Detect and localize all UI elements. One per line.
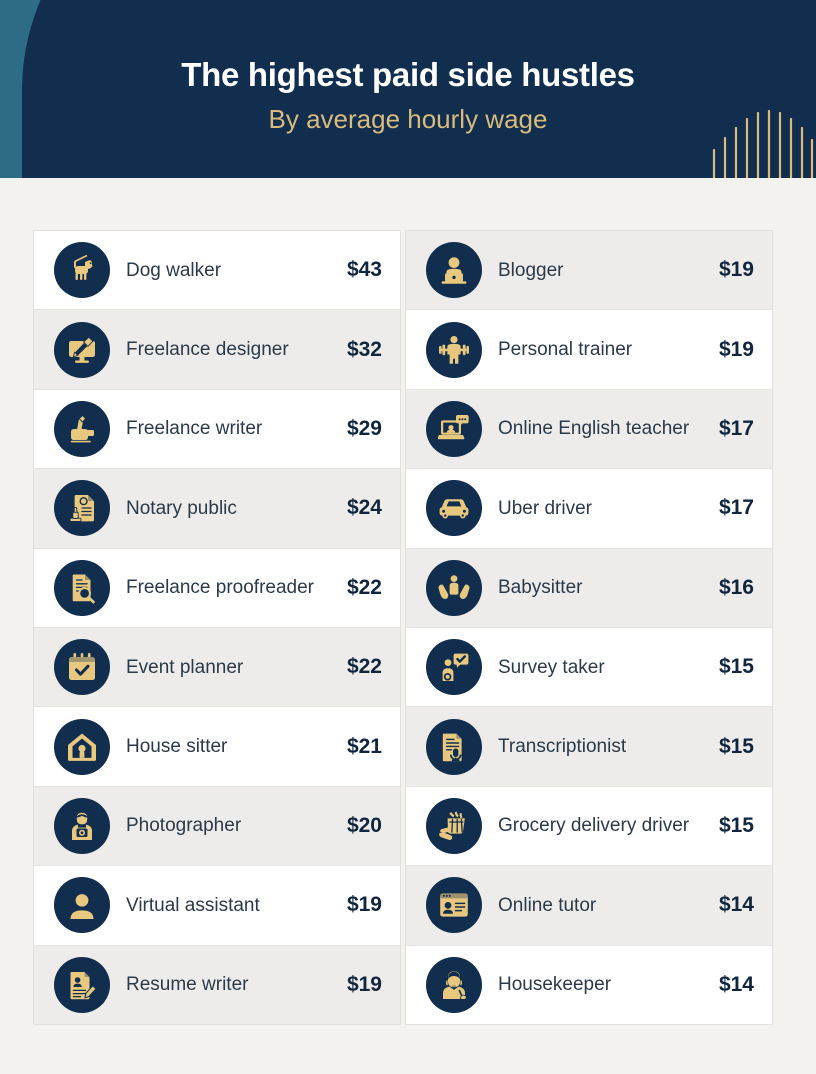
page-title: The highest paid side hustles	[181, 55, 635, 93]
table-row[interactable]: Notary public $24	[34, 469, 400, 549]
hourly-wage-value: $19	[718, 337, 754, 361]
table-row[interactable]: Freelance writer $29	[34, 389, 400, 470]
table-row[interactable]: Housekeeper $14	[406, 945, 772, 1025]
table-row[interactable]: Transcriptionist $15	[406, 707, 772, 787]
table-column-right: Blogger $19 Personal trainer $19 Online En…	[405, 230, 773, 1025]
job-title-label: Photographer	[126, 815, 242, 837]
hourly-wage-value: $32	[346, 337, 382, 361]
writing-hand-icon	[54, 401, 110, 458]
laptop-chat-icon	[426, 401, 482, 458]
table-column-left: Dog walker $43 Freelance designer $32 Free…	[33, 230, 401, 1025]
baby-hands-icon	[426, 559, 482, 616]
job-title-label: Babysitter	[498, 577, 583, 599]
job-title-label: Dog walker	[126, 259, 222, 281]
hourly-wage-value: $15	[718, 734, 754, 758]
survey-icon	[426, 639, 482, 696]
table-row[interactable]: House sitter $21	[34, 707, 400, 787]
hourly-wage-value: $24	[346, 496, 382, 520]
notary-stamp-icon	[54, 480, 110, 537]
table-row[interactable]: Dog walker $43	[34, 231, 400, 311]
table-row[interactable]: Uber driver $17	[406, 469, 772, 549]
job-title-label: Freelance designer	[126, 339, 289, 361]
browser-tutor-icon	[426, 877, 482, 934]
hourly-wage-value: $43	[346, 258, 382, 282]
hourly-wage-value: $22	[346, 655, 382, 679]
table-row[interactable]: Grocery delivery driver $15	[406, 786, 772, 867]
resume-icon	[54, 956, 110, 1013]
barbell-icon	[426, 321, 482, 378]
job-title-label: Housekeeper	[498, 974, 612, 996]
photographer-icon	[54, 798, 110, 855]
hourly-wage-value: $14	[718, 893, 754, 917]
job-title-label: Notary public	[126, 497, 237, 519]
headset-icon	[54, 877, 110, 934]
job-title-label: Grocery delivery driver	[498, 815, 690, 837]
job-title-label: Event planner	[126, 656, 244, 678]
hourly-wage-value: $21	[346, 734, 382, 758]
page-subtitle: By average hourly wage	[268, 103, 548, 134]
job-title-label: Blogger	[498, 259, 564, 281]
job-title-label: Online English teacher	[498, 418, 690, 440]
table-row[interactable]: Online English teacher $17	[406, 389, 772, 470]
hourly-wage-value: $14	[718, 972, 754, 996]
dog-icon	[54, 242, 110, 299]
table-row[interactable]: Photographer $20	[34, 786, 400, 867]
table-row[interactable]: Virtual assistant $19	[34, 866, 400, 946]
table-row[interactable]: Personal trainer $19	[406, 310, 772, 390]
job-title-label: Survey taker	[498, 656, 605, 678]
hourly-wage-value: $19	[718, 258, 754, 282]
job-title-label: Uber driver	[498, 497, 592, 519]
table-row[interactable]: Freelance proofreader $22	[34, 548, 400, 629]
job-title-label: Freelance proofreader	[126, 577, 314, 599]
house-icon	[54, 718, 110, 775]
hourly-wage-value: $22	[346, 575, 382, 599]
hourly-wage-value: $19	[346, 972, 382, 996]
housekeeper-icon	[426, 956, 482, 1013]
hourly-wage-value: $17	[718, 417, 754, 441]
mic-document-icon	[426, 718, 482, 775]
hourly-wage-value: $15	[718, 655, 754, 679]
proofread-icon	[54, 559, 110, 616]
job-title-label: Virtual assistant	[126, 894, 260, 916]
table-row[interactable]: Event planner $22	[34, 628, 400, 708]
hourly-wage-value: $29	[346, 417, 382, 441]
job-title-label: Transcriptionist	[498, 736, 627, 758]
table-row[interactable]: Blogger $19	[406, 231, 772, 311]
hourly-wage-value: $20	[346, 814, 382, 838]
car-icon	[426, 480, 482, 537]
calendar-icon	[54, 639, 110, 696]
hourly-wage-value: $17	[718, 496, 754, 520]
design-icon	[54, 321, 110, 378]
table-row[interactable]: Online tutor $14	[406, 866, 772, 946]
table-row[interactable]: Freelance designer $32	[34, 310, 400, 390]
job-title-label: Personal trainer	[498, 339, 633, 361]
hourly-wage-value: $19	[346, 893, 382, 917]
blogger-icon	[426, 242, 482, 299]
hourly-wage-value: $16	[718, 575, 754, 599]
grocery-bag-icon	[426, 798, 482, 855]
hourly-wage-value: $15	[718, 814, 754, 838]
table-row[interactable]: Babysitter $16	[406, 548, 772, 629]
job-title-label: Freelance writer	[126, 418, 263, 440]
job-title-label: House sitter	[126, 736, 228, 758]
table-row[interactable]: Survey taker $15	[406, 628, 772, 708]
job-title-label: Online tutor	[498, 894, 597, 916]
table-row[interactable]: Resume writer $19	[34, 945, 400, 1025]
job-title-label: Resume writer	[126, 974, 249, 996]
header-banner: The highest paid side hustles By average…	[0, 0, 816, 178]
side-hustle-table: Dog walker $43 Freelance designer $32 Free…	[33, 230, 773, 1025]
